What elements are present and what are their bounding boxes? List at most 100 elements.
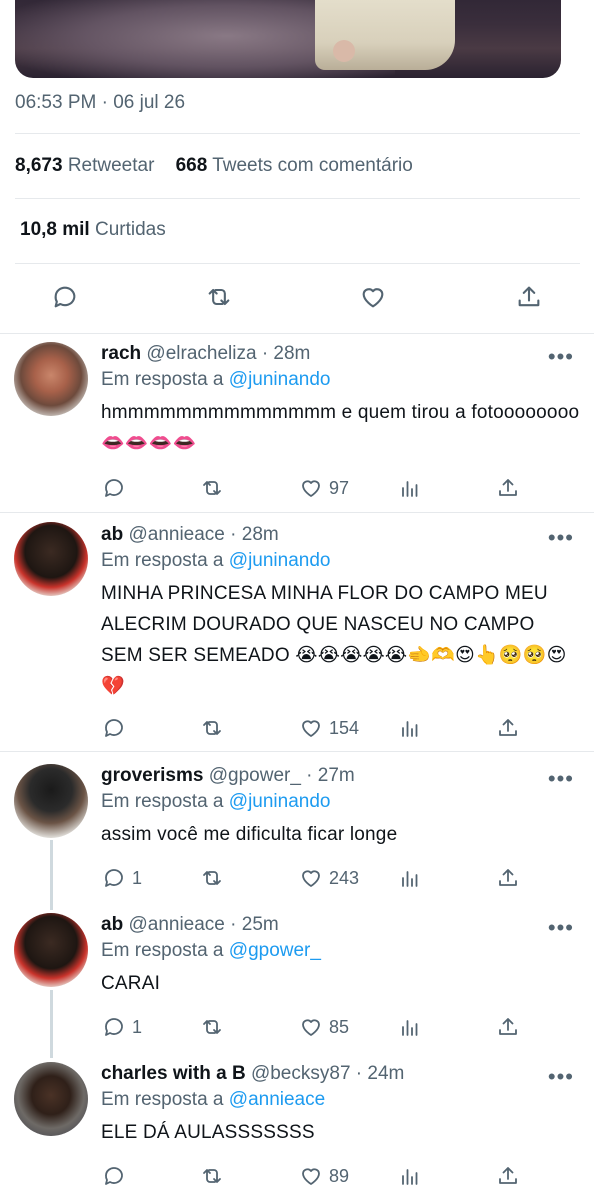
analytics-button[interactable] <box>398 1163 422 1189</box>
reply-action-bar: 1 243 <box>0 865 594 891</box>
share-icon <box>499 1167 517 1184</box>
heart-icon <box>302 1168 320 1185</box>
share-button[interactable] <box>515 283 545 313</box>
reply-action-bar: 154 <box>0 715 594 741</box>
divider <box>15 198 580 199</box>
retweet-button[interactable] <box>200 865 224 891</box>
likes-count: 10,8 mil <box>20 219 90 240</box>
analytics-icon <box>402 1169 418 1185</box>
reply-action-bar: 89 <box>0 1163 594 1189</box>
avatar[interactable] <box>14 1062 88 1136</box>
share-icon <box>518 286 540 307</box>
reply-tweet[interactable]: ab @annieace · 28m ••• Em resposta a @ju… <box>0 512 594 752</box>
share-button[interactable] <box>496 475 520 501</box>
analytics-button[interactable] <box>398 1014 422 1040</box>
avatar[interactable] <box>14 342 88 416</box>
reply-button[interactable]: 1 <box>102 1014 142 1040</box>
retweet-button[interactable] <box>200 715 224 741</box>
like-button[interactable]: 243 <box>299 865 359 891</box>
like-button[interactable] <box>359 283 389 313</box>
retweet-icon <box>203 1169 221 1183</box>
reply-text: ELE DÁ AULASSSSSSS <box>101 1122 315 1143</box>
tweet-action-bar <box>0 283 594 313</box>
tweet-timestamp: 06:53 PM · 06 jul 26 <box>15 92 186 113</box>
heart-icon <box>302 720 320 737</box>
user-name[interactable]: ab <box>101 914 123 935</box>
user-handle-time: @gpower_ · 27m <box>208 765 355 786</box>
share-button[interactable] <box>496 715 520 741</box>
retweet-icon <box>208 288 230 306</box>
share-button[interactable] <box>496 865 520 891</box>
user-handle-time: @annieace · 28m <box>128 524 279 545</box>
reply-context: Em resposta a @gpower_ <box>101 940 321 962</box>
user-handle-time: @elracheliza · 28m <box>146 343 311 364</box>
analytics-icon <box>402 871 418 887</box>
share-icon <box>499 869 517 886</box>
retweet-button[interactable] <box>200 475 224 501</box>
analytics-button[interactable] <box>398 715 422 741</box>
reply-tweet[interactable]: rach @elracheliza · 28m ••• Em resposta … <box>0 333 594 513</box>
reply-prefix: Em resposta a <box>101 1089 224 1110</box>
likes-stat[interactable]: 10,8 mil Curtidas <box>20 219 166 241</box>
reply-tweet[interactable]: charles with a B @becksy87 · 24m ••• Em … <box>0 1051 594 1200</box>
reply-context: Em resposta a @juninando <box>101 369 330 391</box>
user-name[interactable]: groverisms <box>101 765 203 786</box>
reply-prefix: Em resposta a <box>101 940 224 961</box>
more-options-icon[interactable]: ••• <box>548 917 574 939</box>
like-button[interactable]: 85 <box>299 1014 349 1040</box>
reply-tweet[interactable]: ab @annieace · 25m ••• Em resposta a @gp… <box>0 901 594 1051</box>
retweets-stat[interactable]: 8,673 Retweetar <box>15 155 154 176</box>
more-options-icon[interactable]: ••• <box>548 768 574 790</box>
user-name[interactable]: ab <box>101 524 123 545</box>
reply-to-link[interactable]: @juninando <box>229 791 331 812</box>
retweet-icon <box>203 1020 221 1034</box>
avatar[interactable] <box>14 522 88 596</box>
more-options-icon[interactable]: ••• <box>548 527 574 549</box>
reply-button[interactable]: 1 <box>102 865 142 891</box>
more-options-icon[interactable]: ••• <box>548 346 574 368</box>
reply-to-link[interactable]: @gpower_ <box>229 940 321 961</box>
avatar[interactable] <box>14 913 88 987</box>
reply-header: charles with a B @becksy87 · 24m <box>101 1063 404 1085</box>
reply-to-link[interactable]: @annieace <box>229 1089 325 1110</box>
reply-header: ab @annieace · 25m <box>101 914 279 936</box>
reply-button[interactable] <box>51 283 81 313</box>
reply-prefix: Em resposta a <box>101 791 224 812</box>
like-button[interactable]: 154 <box>299 715 359 741</box>
analytics-button[interactable] <box>398 475 422 501</box>
reply-button[interactable] <box>102 1163 132 1189</box>
tweet-media-image[interactable] <box>15 0 561 78</box>
like-button[interactable]: 89 <box>299 1163 349 1189</box>
retweet-button[interactable] <box>200 1163 224 1189</box>
reply-button[interactable] <box>102 475 132 501</box>
quotes-count: 668 <box>175 155 208 176</box>
heart-icon <box>362 288 384 308</box>
reply-to-link[interactable]: @juninando <box>229 550 331 571</box>
divider <box>15 133 580 134</box>
user-name[interactable]: rach <box>101 343 141 364</box>
retweet-button[interactable] <box>200 1014 224 1040</box>
analytics-button[interactable] <box>398 865 422 891</box>
reply-button[interactable] <box>102 715 132 741</box>
quotes-stat[interactable]: 668 Tweets com comentário <box>176 155 413 176</box>
reply-icon <box>105 719 123 737</box>
reply-tweet[interactable]: groverisms @gpower_ · 27m ••• Em respost… <box>0 751 594 901</box>
reply-to-link[interactable]: @juninando <box>229 369 331 390</box>
retweet-button[interactable] <box>205 283 235 313</box>
user-name[interactable]: charles with a B <box>101 1063 246 1084</box>
retweet-icon <box>203 871 221 885</box>
more-options-icon[interactable]: ••• <box>548 1066 574 1088</box>
heart-icon <box>302 1019 320 1036</box>
share-button[interactable] <box>496 1014 520 1040</box>
heart-icon <box>302 870 320 887</box>
divider <box>15 263 580 264</box>
retweets-count: 8,673 <box>15 155 63 176</box>
like-button[interactable]: 97 <box>299 475 349 501</box>
reply-icon <box>105 479 123 497</box>
reply-context: Em resposta a @juninando <box>101 550 330 572</box>
share-button[interactable] <box>496 1163 520 1189</box>
reply-count: 1 <box>132 1016 143 1037</box>
reply-icon <box>105 869 123 887</box>
avatar[interactable] <box>14 764 88 838</box>
reply-icon <box>105 1167 123 1185</box>
